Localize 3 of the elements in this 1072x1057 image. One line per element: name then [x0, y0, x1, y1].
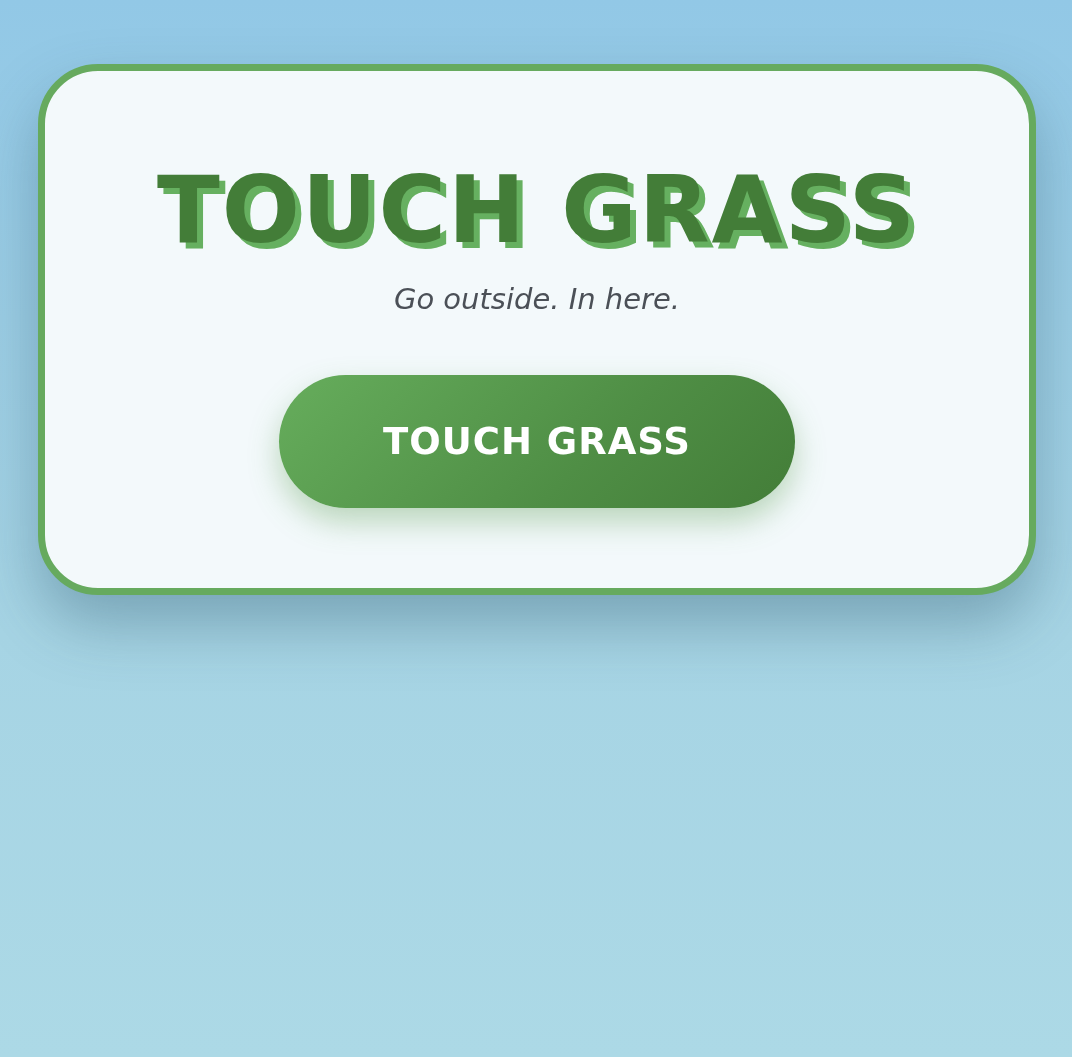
subtitle: Go outside. In here.: [393, 281, 681, 318]
touch-grass-button[interactable]: TOUCH GRASS: [279, 375, 795, 508]
title: TOUCH GRASS: [156, 163, 918, 259]
